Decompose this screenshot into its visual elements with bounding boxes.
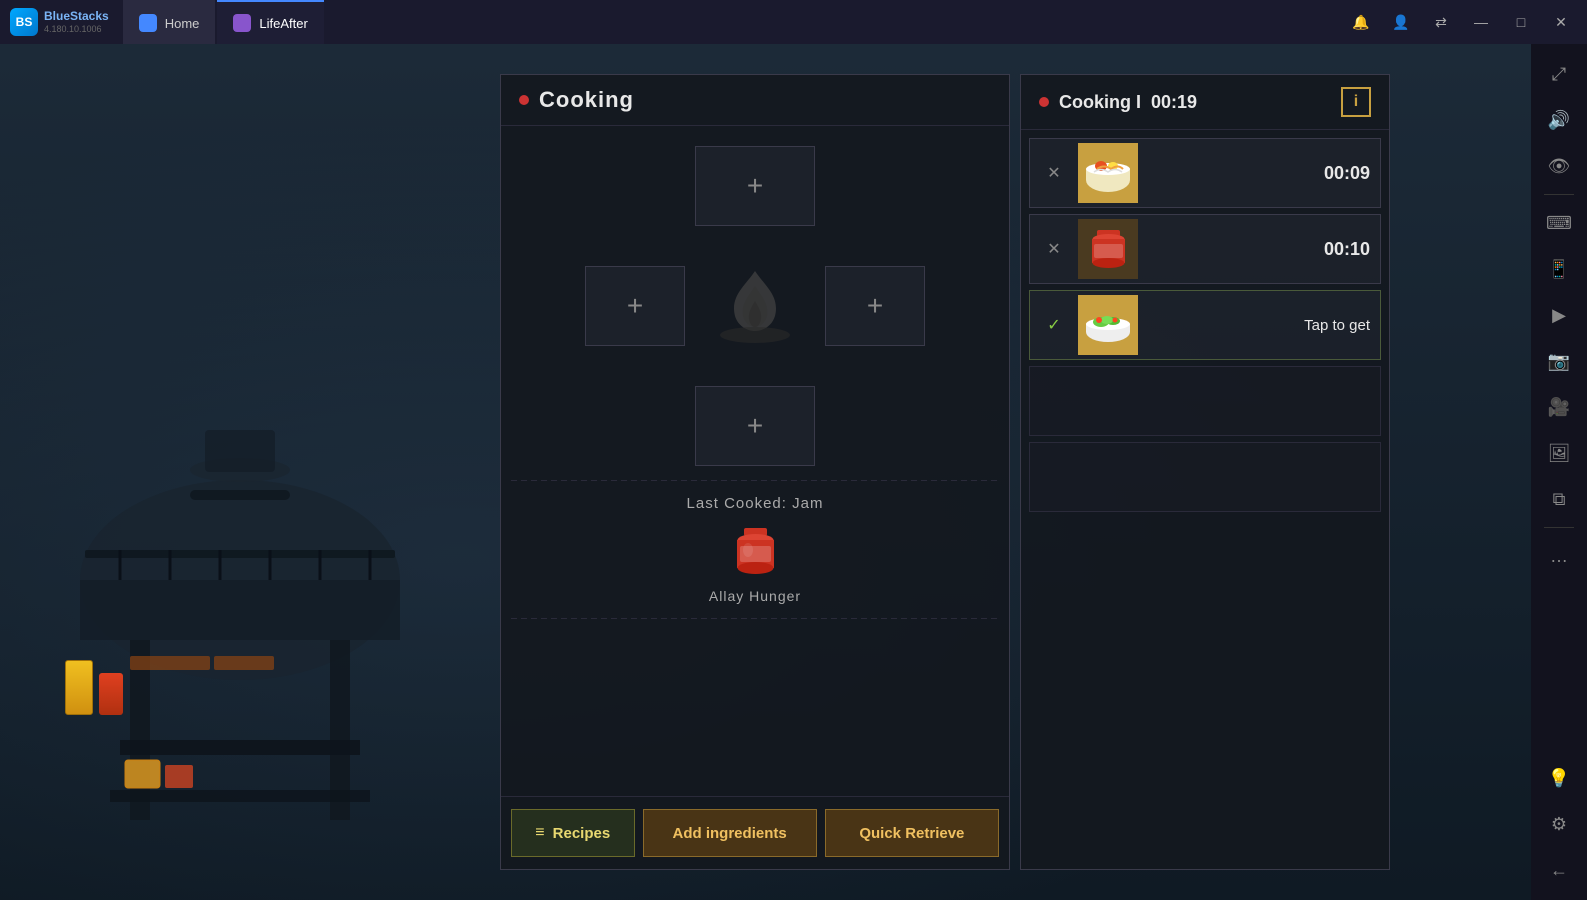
maximize-button[interactable]: □ [1505,6,1537,38]
recipes-label: Recipes [553,825,611,842]
add-ingredients-button[interactable]: Add ingredients [643,809,817,857]
queue-item-5 [1029,442,1381,512]
grill-silhouette [30,360,450,860]
close-button[interactable]: ✕ [1545,6,1577,38]
sidebar-photo-btn[interactable]: 🖼 [1539,433,1579,473]
tab-home[interactable]: Home [123,0,216,44]
recipes-button[interactable]: ≡ Recipes [511,809,635,857]
sidebar-settings-btn[interactable]: ⚙ [1539,804,1579,844]
sidebar-divider-1 [1544,194,1574,195]
queue-item-3[interactable]: ✓ [1029,290,1381,360]
queue-item-4 [1029,366,1381,436]
queue-food-1 [1078,143,1138,203]
bluestacks-version: BlueStacks 4.180.10.1006 [44,9,109,34]
cooking-panel-header: Cooking [501,75,1009,126]
cooking-content: + + [501,126,1009,796]
bluestacks-icon: BS [10,8,38,36]
quick-retrieve-label: Quick Retrieve [859,825,964,842]
bluestacks-settings-button[interactable]: ⇄ [1425,6,1457,38]
recipes-icon: ≡ [535,824,544,842]
queue-item-2: ✕ 00:10 [1029,214,1381,284]
minimize-button[interactable]: — [1465,6,1497,38]
queue-panel-timer: 00:19 [1151,92,1197,113]
cooking-panel: Cooking + + [500,74,1010,870]
sidebar-copy-btn[interactable]: ⧉ [1539,479,1579,519]
tab-lifeafter[interactable]: LifeAfter [217,0,323,44]
separator-2 [511,618,999,619]
lifeafter-tab-icon [233,14,251,32]
title-bar: BS BlueStacks 4.180.10.1006 Home LifeAft… [0,0,1587,44]
shelf-items [65,660,123,715]
bluestacks-logo: BS BlueStacks 4.180.10.1006 [0,8,119,36]
sidebar-play-btn[interactable]: ▶ [1539,295,1579,335]
queue-list: ✕ 00:09 [1021,130,1389,869]
ingredient-slot-left[interactable]: + [585,266,685,346]
queue-time-2: 00:10 [1148,239,1370,260]
queue-ready-check: ✓ [1040,311,1068,339]
lifeafter-tab-label: LifeAfter [259,16,307,31]
sidebar-divider-2 [1544,527,1574,528]
queue-cancel-1[interactable]: ✕ [1040,159,1068,187]
ingredient-slot-right[interactable]: + [825,266,925,346]
last-cooked-section: Last Cooked: Jam [677,485,834,614]
queue-food-3 [1078,295,1138,355]
account-button[interactable]: 👤 [1385,6,1417,38]
queue-time-1: 00:09 [1148,163,1370,184]
ingredient-slot-bottom[interactable]: + [695,386,815,466]
item-bottle-1 [65,660,93,715]
queue-panel-header: Cooking I 00:19 i [1021,75,1389,130]
game-area: Cooking + + [0,44,1531,900]
last-cooked-label: Last Cooked: Jam [687,495,824,512]
ingredient-grid: + + [585,136,925,476]
right-sidebar: ⤢ 🔊 👁 ⌨ 📱 ▶ 📷 🎥 🖼 ⧉ … 💡 ⚙ ← [1531,44,1587,900]
window-controls: 🔔 👤 ⇄ — □ ✕ [1345,6,1587,38]
grill-svg [30,360,450,860]
add-ingredients-label: Add ingredients [673,825,787,842]
sidebar-back-btn[interactable]: ← [1539,850,1579,890]
food-item-2 [214,656,274,670]
queue-panel: Cooking I 00:19 i ✕ [1020,74,1390,870]
sidebar-phone-btn[interactable]: 📱 [1539,249,1579,289]
queue-cancel-2[interactable]: ✕ [1040,235,1068,263]
queue-header-dot [1039,97,1049,107]
queue-panel-title: Cooking I [1059,92,1141,113]
queue-item-1: ✕ 00:09 [1029,138,1381,208]
sidebar-eye-btn[interactable]: 👁 [1539,146,1579,186]
sidebar-expand-btn[interactable]: ⤢ [1539,54,1579,94]
tab-bar: Home LifeAfter [119,0,324,44]
bbq-food [130,656,274,670]
home-tab-icon [139,14,157,32]
sidebar-light-btn[interactable]: 💡 [1539,758,1579,798]
ingredient-slot-top[interactable]: + [695,146,815,226]
sidebar-volume-btn[interactable]: 🔊 [1539,100,1579,140]
sidebar-keyboard-btn[interactable]: ⌨ [1539,203,1579,243]
campfire-icon [700,246,810,366]
queue-info-button[interactable]: i [1341,87,1371,117]
sidebar-more-btn[interactable]: … [1539,536,1579,576]
queue-tap-label: Tap to get [1148,317,1370,334]
cooking-panel-title: Cooking [539,87,634,113]
home-tab-label: Home [165,16,200,31]
item-bottle-2 [99,673,123,715]
cooking-bottom-buttons: ≡ Recipes Add ingredients Quick Retrieve [501,796,1009,869]
last-cooked-icon [725,520,785,580]
queue-food-2 [1078,219,1138,279]
separator-1 [511,480,999,481]
notification-button[interactable]: 🔔 [1345,6,1377,38]
last-cooked-effect: Allay Hunger [709,588,801,604]
food-item-1 [130,656,210,670]
sidebar-camera-btn[interactable]: 📷 [1539,341,1579,381]
cooking-header-dot [519,95,529,105]
quick-retrieve-button[interactable]: Quick Retrieve [825,809,999,857]
sidebar-record-btn[interactable]: 🎥 [1539,387,1579,427]
